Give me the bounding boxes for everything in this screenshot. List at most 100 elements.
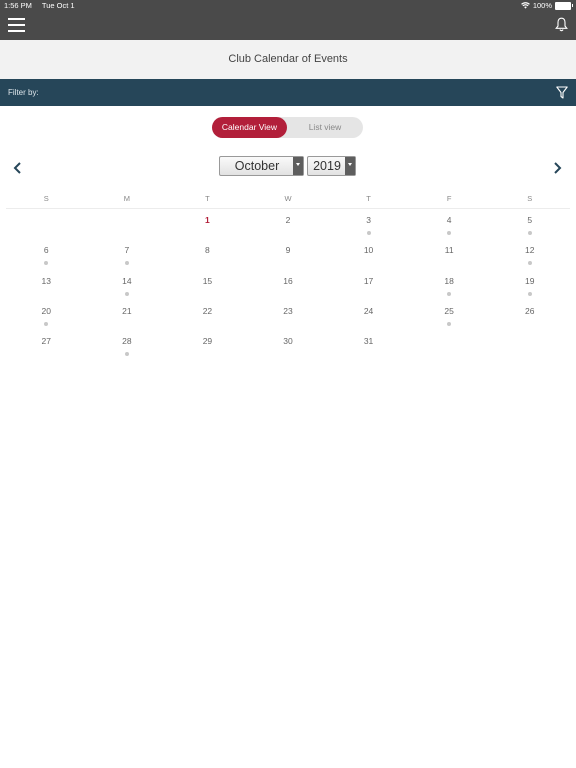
calendar-day-cell[interactable]: 10 (328, 242, 409, 272)
calendar-day-cell[interactable]: 12 (489, 242, 570, 272)
calendar-day-cell[interactable]: 13 (6, 273, 87, 303)
month-select[interactable]: October (219, 156, 304, 176)
calendar-day-cell[interactable]: 4 (409, 212, 490, 242)
calendar-day-cell[interactable]: 3 (328, 212, 409, 242)
day-number: 20 (41, 305, 52, 316)
status-bar-right: 100% (520, 1, 573, 10)
calendar-view-tab[interactable]: Calendar View (212, 117, 287, 138)
battery-percent: 100% (532, 1, 552, 10)
calendar-day-cell[interactable]: 21 (87, 303, 168, 333)
calendar-day-cell[interactable]: 5 (489, 212, 570, 242)
day-number: 11 (444, 245, 454, 256)
month-select-value: October (234, 159, 280, 173)
calendar-day-cell[interactable]: 30 (248, 333, 329, 363)
calendar-day-cell[interactable]: 8 (167, 242, 248, 272)
day-number: 18 (444, 275, 454, 286)
calendar-day-cell[interactable]: 9 (248, 242, 329, 272)
calendar-day-cell[interactable]: 14 (87, 273, 168, 303)
year-select[interactable]: 2019 (307, 156, 356, 176)
event-indicator-dot (447, 291, 452, 296)
calendar-empty-cell (6, 212, 87, 242)
calendar-grid: 1 2 3 4 5 6 7 8 9 10 11 12 13 14 15 16 17 18 19 20 21 22 23 24 2… (6, 212, 570, 363)
day-number: 17 (363, 275, 374, 286)
dropdown-arrow-icon (293, 157, 303, 175)
calendar-day-cell[interactable]: 11 (409, 242, 490, 272)
day-number: 19 (524, 275, 535, 286)
status-time: 1:56 PM (4, 1, 32, 10)
calendar-day-cell[interactable]: 17 (328, 273, 409, 303)
day-number: 8 (205, 245, 210, 256)
weekday-header: S M T W T F S (6, 192, 570, 209)
event-indicator-dot (527, 231, 532, 235)
weekday-label: W (284, 194, 292, 203)
day-number: 5 (527, 215, 533, 225)
event-indicator-dot (124, 352, 129, 357)
day-number: 24 (363, 305, 374, 316)
calendar-day-cell[interactable]: 7 (87, 242, 168, 272)
day-number: 12 (524, 245, 535, 256)
calendar-day-cell[interactable]: 16 (248, 273, 329, 303)
event-indicator-dot (366, 231, 371, 235)
day-number: 16 (283, 275, 293, 286)
weekday-label: T (205, 194, 210, 203)
day-number: 23 (283, 305, 293, 316)
day-number: 3 (366, 215, 371, 225)
day-number: 1 (205, 215, 210, 225)
calendar-day-cell[interactable]: 28 (87, 333, 168, 363)
event-indicator-dot (447, 231, 452, 235)
day-number: 28 (122, 336, 132, 347)
day-number: 26 (524, 305, 535, 316)
day-number: 29 (202, 336, 213, 347)
event-indicator-dot (44, 321, 49, 326)
view-toggle: Calendar View List view (212, 117, 363, 138)
calendar-day-cell[interactable]: 18 (409, 273, 490, 303)
event-indicator-dot (527, 291, 532, 296)
day-number: 25 (444, 305, 454, 316)
calendar-day-cell[interactable]: 20 (6, 303, 87, 333)
filter-icon[interactable] (556, 86, 568, 99)
page-title: Club Calendar of Events (0, 40, 576, 79)
day-number: 7 (124, 245, 130, 256)
battery-icon (555, 1, 573, 10)
calendar-day-cell[interactable]: 29 (167, 333, 248, 363)
calendar-day-cell[interactable]: 1 (167, 212, 248, 242)
calendar-day-cell[interactable]: 24 (328, 303, 409, 333)
status-bar-left: 1:56 PM Tue Oct 1 (4, 1, 83, 10)
event-indicator-dot (124, 261, 129, 266)
weekday-label: S (527, 194, 533, 203)
day-number: 9 (285, 245, 291, 256)
calendar-day-cell[interactable]: 31 (328, 333, 409, 363)
event-indicator-dot (124, 291, 129, 296)
day-number: 15 (202, 275, 213, 286)
calendar-day-cell[interactable]: 2 (248, 212, 329, 242)
hamburger-menu-icon[interactable] (8, 18, 25, 32)
list-view-tab[interactable]: List view (287, 117, 363, 138)
calendar-day-cell[interactable]: 27 (6, 333, 87, 363)
filter-bar[interactable]: Filter by: (0, 79, 576, 106)
calendar-day-cell[interactable]: 15 (167, 273, 248, 303)
bell-icon[interactable] (555, 17, 568, 32)
day-number: 30 (283, 336, 293, 347)
weekday-label: M (123, 194, 130, 203)
weekday-label: F (446, 194, 452, 203)
day-number: 22 (202, 305, 213, 316)
filter-label: Filter by: (8, 88, 39, 97)
calendar-day-cell[interactable]: 25 (409, 303, 490, 333)
day-number: 6 (43, 245, 49, 256)
calendar-day-cell[interactable]: 22 (167, 303, 248, 333)
calendar-day-cell[interactable]: 19 (489, 273, 570, 303)
weekday-label: S (43, 194, 49, 203)
chevron-right-icon[interactable] (550, 160, 564, 176)
day-number: 10 (363, 245, 374, 256)
year-select-value: 2019 (313, 159, 341, 173)
calendar-day-cell[interactable]: 23 (248, 303, 329, 333)
calendar-day-cell[interactable]: 26 (489, 303, 570, 333)
dropdown-arrow-icon (345, 157, 355, 175)
event-indicator-dot (44, 261, 49, 266)
weekday-label: T (366, 194, 371, 203)
day-number: 14 (122, 275, 132, 286)
status-date: Tue Oct 1 (41, 1, 75, 10)
calendar-day-cell[interactable]: 6 (6, 242, 87, 272)
event-indicator-dot (447, 321, 452, 326)
chevron-left-icon[interactable] (11, 160, 25, 176)
